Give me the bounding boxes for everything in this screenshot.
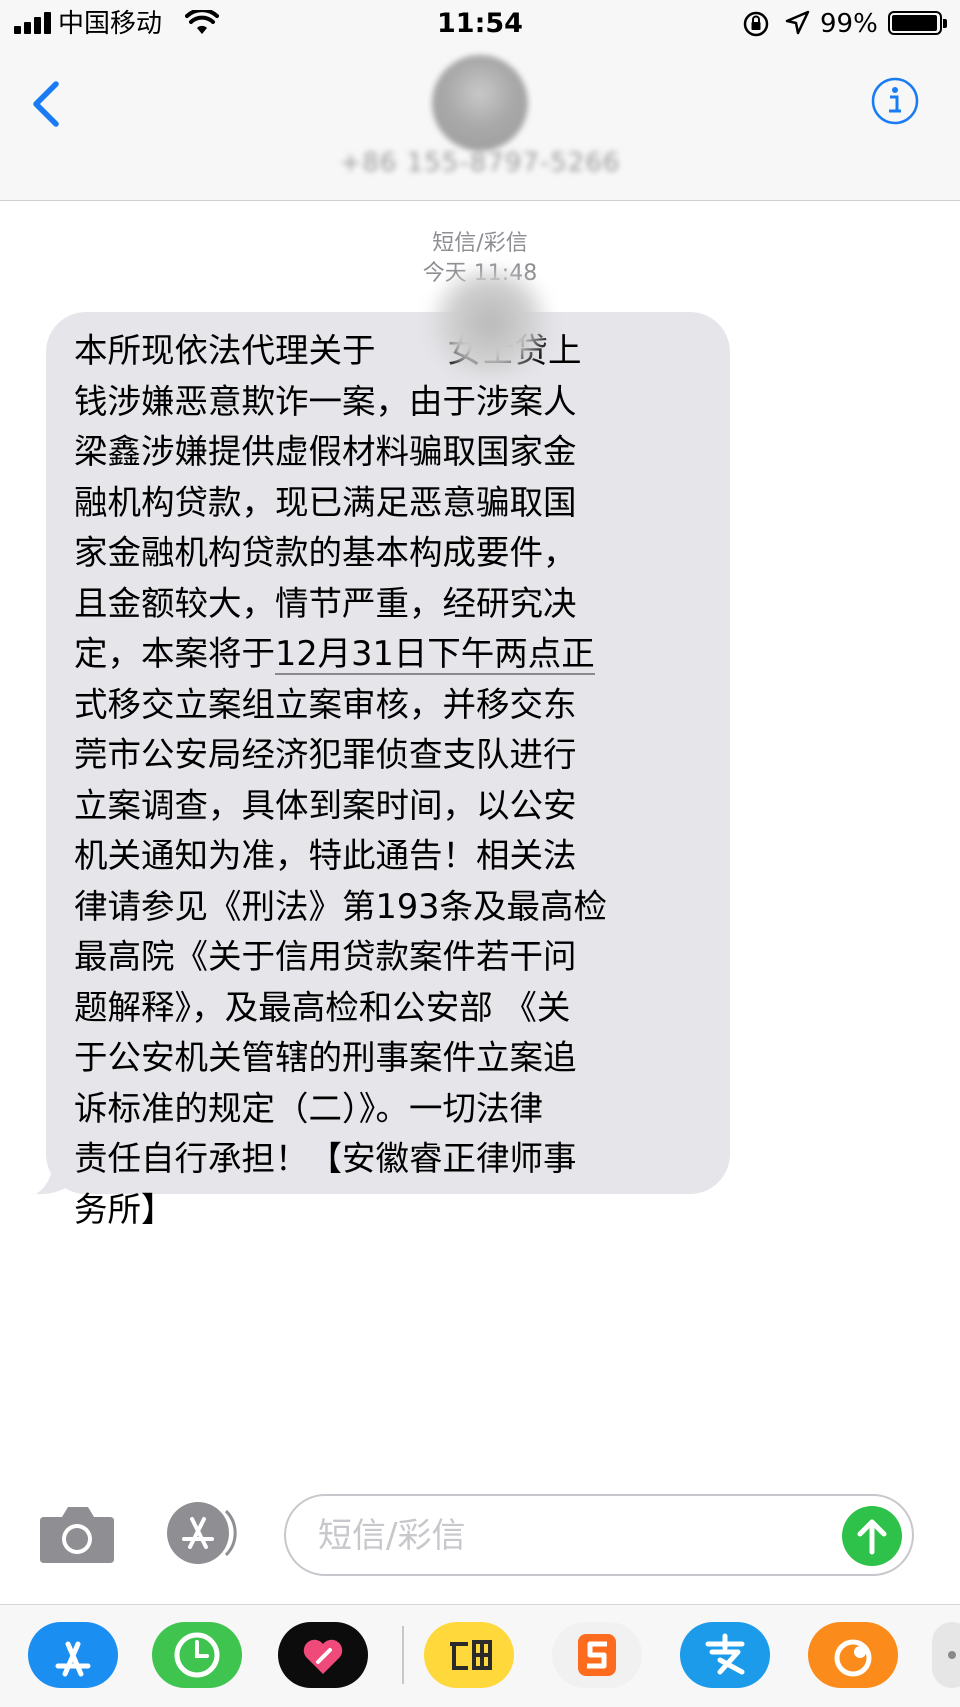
message-bubble[interactable]: 本所现依法代理关于女士贷上 钱涉嫌恶意欺诈一案，由于涉案人 梁鑫涉嫌提供虚假材料… — [46, 312, 730, 1229]
status-bar: 中国移动 11:54 99% — [0, 0, 960, 50]
message-text: 本所现依法代理关于女士贷上 钱涉嫌恶意欺诈一案，由于涉案人 梁鑫涉嫌提供虚假材料… — [74, 326, 704, 1235]
drawer-separator — [402, 1626, 404, 1684]
conversation-header: +86 155-8797-5266 — [0, 50, 960, 201]
message-line: 立案调查，具体到案时间，以公安 — [74, 785, 577, 825]
alipay-icon[interactable] — [680, 1622, 770, 1688]
message-line: 律请参见《刑法》第193条及最高检 — [74, 886, 607, 926]
message-line: 且金额较大，情节严重，经研究决 — [74, 583, 577, 623]
xianyu-app-icon[interactable] — [424, 1622, 514, 1688]
send-button[interactable] — [842, 1506, 902, 1566]
camera-icon[interactable] — [38, 1503, 116, 1565]
message-line: 务所】 — [74, 1189, 175, 1229]
message-line: 于公安机关管辖的刑事案件立案追 — [74, 1038, 577, 1077]
message-input[interactable]: 短信/彩信 — [284, 1494, 914, 1576]
message-line: 钱涉嫌恶意欺诈一案，由于涉案人 — [74, 381, 577, 421]
chevron-left-icon[interactable] — [26, 76, 66, 132]
message-line: 式移交立案组立案审核，并移交东 — [74, 684, 577, 724]
message-line: 本所现依法代理关于 — [74, 331, 376, 370]
heart-app-icon[interactable] — [278, 1622, 368, 1688]
date-link[interactable]: 12月31日下午两点正 — [275, 634, 595, 675]
activity-clock-icon[interactable] — [152, 1622, 242, 1688]
message-type-label: 短信/彩信 — [432, 231, 528, 256]
app-store-app-icon[interactable] — [28, 1622, 118, 1688]
battery-icon — [888, 11, 947, 35]
message-input-placeholder: 短信/彩信 — [318, 1516, 466, 1556]
status-time: 11:54 — [437, 8, 523, 39]
contact-avatar[interactable] — [432, 55, 528, 151]
message-line: 定，本案将于 — [74, 634, 275, 673]
uc-browser-icon[interactable] — [808, 1622, 898, 1688]
message-line: 梁鑫涉嫌提供虚假材料骗取国家金 — [74, 432, 577, 471]
info-icon[interactable] — [870, 76, 920, 126]
message-line: 家金融机构贷款的基本构成要件， — [74, 533, 577, 572]
message-line: 最高院《关于信用贷款案件若干问 — [74, 937, 577, 976]
message-line: 责任自行承担！【安徽睿正律师事 — [74, 1139, 577, 1178]
message-line: 机关通知为准，特此通告！相关法 — [74, 836, 577, 875]
message-line: 诉标准的规定（二）》。一切法律 — [74, 1088, 543, 1128]
rotation-lock-icon — [743, 11, 769, 37]
app-store-icon[interactable] — [160, 1501, 248, 1565]
battery-percentage: 99% — [820, 9, 878, 39]
message-line: 融机构贷款，现已满足恶意骗取国 — [74, 482, 577, 522]
more-apps-icon[interactable] — [932, 1622, 960, 1688]
location-arrow-icon — [785, 10, 810, 35]
arrow-up-icon — [857, 1519, 887, 1555]
sogou-input-icon[interactable] — [552, 1622, 642, 1688]
contact-number[interactable]: +86 155-8797-5266 — [300, 148, 660, 178]
message-line: 题解释》，及最高检和公安部 《关 — [74, 987, 571, 1027]
message-line: 莞市公安局经济犯罪侦查支队进行 — [74, 735, 577, 774]
redaction-smudge — [425, 268, 555, 376]
